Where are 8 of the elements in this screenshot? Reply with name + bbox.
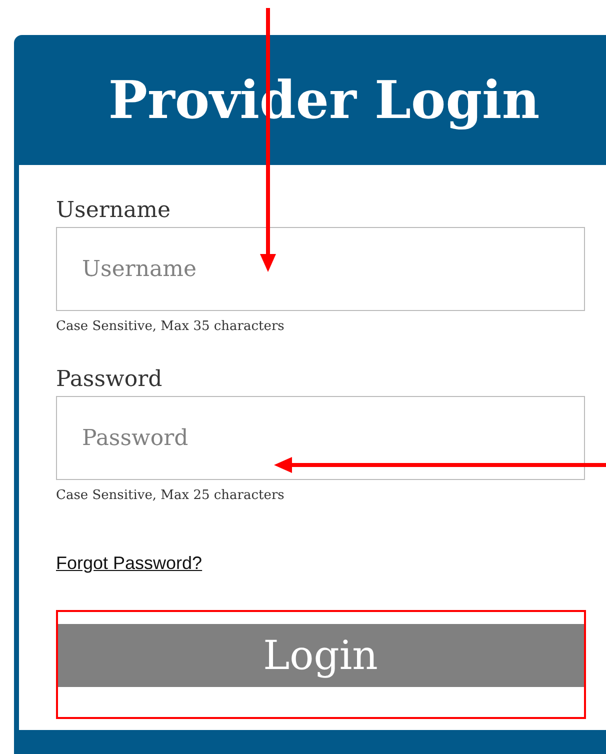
field-label: Username	[56, 197, 172, 225]
forgot-password-link[interactable]: Forgot Password?	[56, 553, 202, 574]
field-label: Password	[56, 366, 164, 394]
field-hint: Case Sensitive, Max 35 characters	[56, 319, 286, 334]
input-field[interactable]: Username	[56, 227, 585, 311]
input-field[interactable]: Password	[56, 396, 585, 480]
login-button[interactable]: Login	[56, 624, 585, 687]
field-hint: Case Sensitive, Max 25 characters	[56, 488, 286, 503]
